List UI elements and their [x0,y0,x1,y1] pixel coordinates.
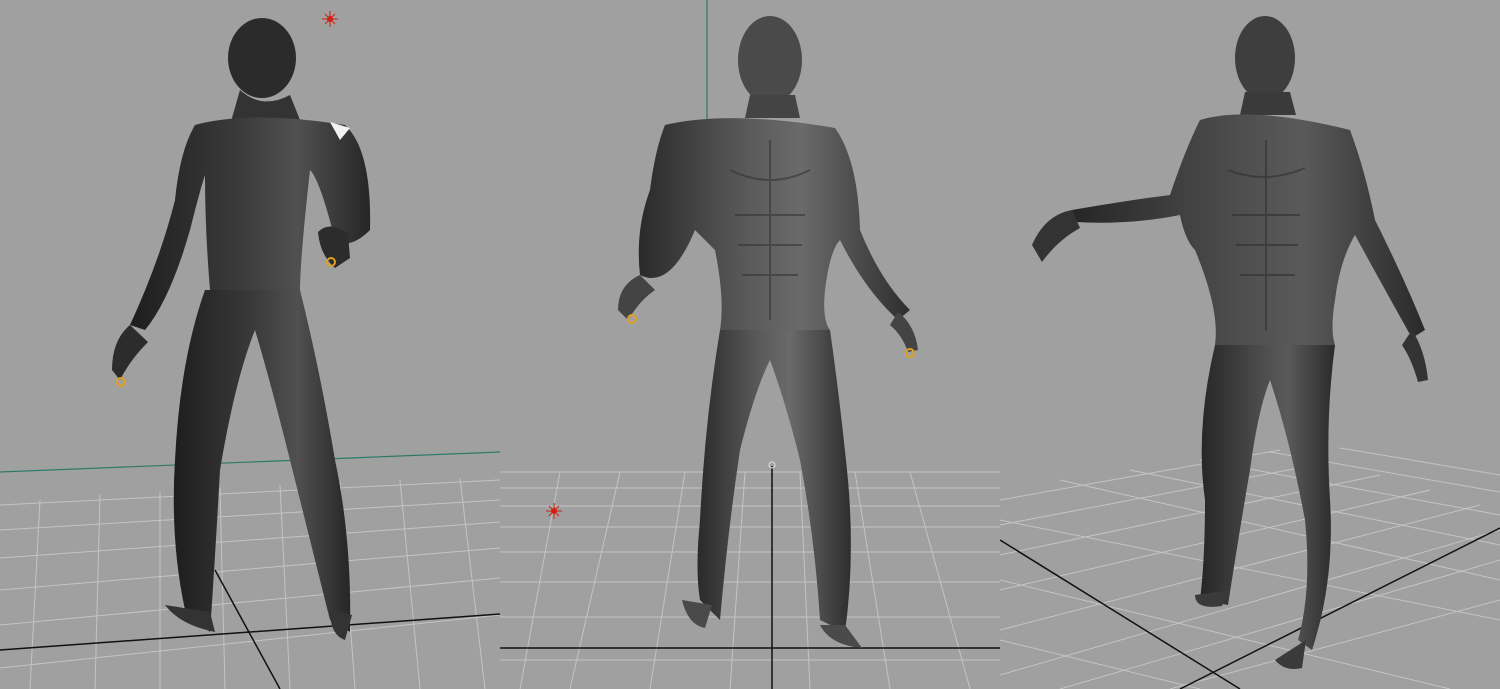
ground-grid [500,471,1000,689]
viewport-front[interactable] [500,0,1000,689]
viewport-perspective[interactable] [1000,0,1500,689]
ground-grid [0,477,500,689]
character-mesh-front[interactable] [618,16,918,648]
viewport-back[interactable] [0,0,500,689]
viewport-perspective-canvas[interactable] [1000,0,1500,689]
ground-grid [1000,447,1500,689]
3d-modeling-app [0,0,1500,689]
horizon-line [0,451,500,473]
joint-marker-icon[interactable] [627,314,637,324]
viewport-back-canvas[interactable] [0,0,500,689]
light-icon[interactable] [322,11,338,27]
joint-marker-icon[interactable] [116,377,126,387]
character-mesh-perspective[interactable] [1032,16,1428,669]
light-icon[interactable] [546,503,562,519]
axis-x [0,613,500,651]
viewport-front-canvas[interactable] [500,0,1000,689]
